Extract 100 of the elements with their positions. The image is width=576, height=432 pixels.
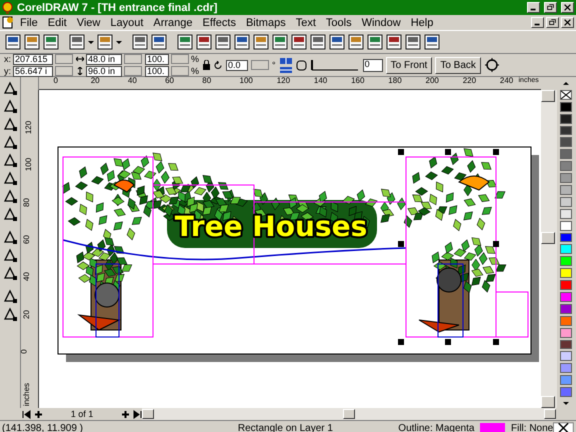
color-swatch[interactable]	[560, 173, 572, 183]
menu-item[interactable]: Layout	[106, 16, 148, 28]
no-color-swatch[interactable]	[560, 90, 572, 100]
color-swatch[interactable]	[560, 232, 572, 242]
x-position-field[interactable]: 207.615	[13, 54, 54, 64]
color-swatch[interactable]	[560, 316, 572, 326]
ruler-label: 140	[314, 77, 328, 85]
width-arrow-icon	[76, 55, 84, 63]
artwork-title: Tree Houses	[174, 210, 367, 243]
percent-label: %	[191, 54, 200, 64]
menu-item[interactable]: Text	[292, 16, 320, 28]
y-position-field[interactable]: 56.647 i	[13, 66, 54, 76]
color-swatch[interactable]	[560, 375, 572, 386]
height-arrow-icon	[76, 67, 84, 75]
scale-x-field[interactable]: 100.	[145, 54, 170, 64]
restore-button[interactable]	[546, 17, 559, 28]
first-page-icon[interactable]	[22, 410, 32, 418]
color-swatch[interactable]	[560, 114, 572, 124]
color-swatch[interactable]	[560, 220, 572, 231]
ruler-label: 40	[21, 272, 30, 282]
ruler-label: 20	[90, 77, 100, 85]
ruler-label: 240	[500, 77, 514, 85]
spin-control[interactable]	[124, 66, 142, 76]
rounded-rectangle-icon	[296, 60, 307, 70]
ruler-label: 220	[462, 77, 476, 85]
color-swatch[interactable]	[560, 387, 572, 398]
x-label: x:	[4, 54, 12, 64]
color-swatch[interactable]	[560, 126, 572, 136]
add-page-icon[interactable]	[121, 410, 130, 418]
restore-button[interactable]	[544, 2, 557, 13]
color-swatch[interactable]	[560, 363, 572, 374]
menu-item[interactable]: View	[72, 16, 104, 28]
ruler-label: 20	[21, 310, 30, 318]
color-swatch[interactable]	[560, 328, 572, 338]
ruler-label: 60	[21, 234, 30, 244]
ruler-label: 0	[20, 349, 28, 354]
order-button[interactable]: To Front	[386, 56, 432, 74]
balloon-icon	[2, 2, 13, 14]
close-button[interactable]	[561, 17, 574, 28]
order-button[interactable]: To Back	[435, 56, 481, 74]
horizontal-scrollbar[interactable]	[142, 408, 556, 420]
menu-item[interactable]: Tools	[322, 16, 356, 28]
color-swatch[interactable]	[560, 280, 572, 290]
color-swatch[interactable]	[560, 161, 572, 172]
menu-item[interactable]: Edit	[44, 16, 71, 28]
color-swatch[interactable]	[560, 268, 572, 278]
degree-label: °	[272, 60, 276, 70]
menu-item[interactable]: Arrange	[149, 16, 197, 28]
scale-y-field[interactable]: 100.	[145, 66, 170, 76]
add-page-icon[interactable]	[34, 410, 43, 418]
ruler-label: 120	[276, 77, 290, 85]
mirror-vertical-icon[interactable]	[278, 66, 293, 74]
menu-item[interactable]: Effects	[198, 16, 240, 28]
target-icon[interactable]	[484, 57, 500, 73]
color-swatch[interactable]	[560, 137, 572, 148]
color-swatch[interactable]	[560, 102, 572, 112]
ruler-label: 0	[54, 77, 58, 85]
outline-color-swatch	[480, 423, 505, 432]
ruler-label: 60	[165, 77, 174, 85]
window-title: CorelDRAW 7 - [TH entrance final .cdr]	[17, 2, 218, 14]
color-swatch[interactable]	[560, 149, 572, 160]
color-swatch[interactable]	[560, 208, 572, 219]
color-swatch[interactable]	[560, 351, 572, 362]
ruler-label: 180	[388, 77, 402, 85]
document-icon[interactable]	[2, 16, 14, 29]
slider-thumb[interactable]	[310, 60, 313, 70]
color-swatch[interactable]	[560, 196, 572, 207]
color-swatch[interactable]	[560, 340, 572, 350]
menu-item[interactable]: File	[16, 16, 42, 28]
color-swatch[interactable]	[560, 292, 572, 302]
ruler-label: 80	[202, 77, 212, 85]
mirror-horizontal-icon[interactable]	[278, 56, 293, 64]
ruler-label: 200	[426, 77, 439, 85]
rotation-field[interactable]: 0.0	[226, 60, 248, 70]
percent-label: %	[191, 66, 200, 76]
close-button[interactable]	[561, 2, 574, 13]
menu-item[interactable]: Window	[358, 16, 405, 28]
vertical-scrollbar[interactable]	[540, 90, 556, 408]
lock-icon[interactable]	[202, 60, 212, 70]
menu-item[interactable]: Help	[406, 16, 438, 28]
height-field[interactable]: 96.0 in	[86, 66, 122, 76]
spin-control[interactable]	[55, 66, 74, 76]
ruler-label: 40	[128, 77, 137, 85]
minimize-button[interactable]	[531, 17, 544, 28]
ruler-label: 80	[21, 198, 30, 207]
spin-control[interactable]	[171, 66, 190, 76]
last-page-icon[interactable]	[132, 410, 142, 418]
ruler-label: 120	[24, 120, 33, 134]
ruler-unit-label: inches	[22, 382, 31, 406]
color-swatch[interactable]	[560, 184, 572, 195]
spin-control[interactable]	[251, 60, 270, 70]
corner-value-field[interactable]: 0	[362, 58, 383, 72]
color-swatch[interactable]	[560, 304, 572, 314]
corner-roundness-slider[interactable]	[310, 59, 360, 71]
width-field[interactable]: 48.0 in	[86, 54, 122, 64]
color-swatch[interactable]	[560, 244, 572, 254]
minimize-button[interactable]	[527, 2, 540, 13]
menu-item[interactable]: Bitmaps	[242, 16, 290, 28]
ruler-label: 100	[24, 158, 33, 172]
color-swatch[interactable]	[560, 256, 572, 266]
